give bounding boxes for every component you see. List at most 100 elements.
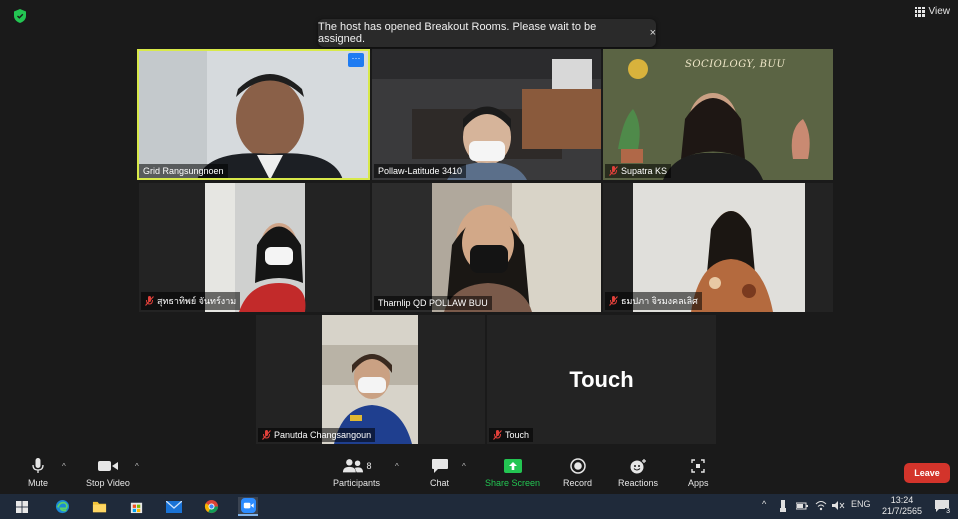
participant-name: Touch: [505, 430, 530, 440]
participant-video-image: [256, 315, 485, 444]
participant-name-tag: Grid Rangsungnoen: [139, 164, 228, 178]
participants-button[interactable]: 8 Participants: [333, 458, 380, 488]
taskbar-file-explorer[interactable]: [89, 497, 109, 516]
language-indicator[interactable]: ENG: [851, 499, 871, 509]
tile-more-options-button[interactable]: ···: [348, 53, 364, 67]
participants-label: Participants: [333, 478, 381, 488]
stop-video-button[interactable]: Stop Video: [86, 458, 130, 488]
video-tile-thamapa[interactable]: ธมปภา จิรมงคลเลิศ: [603, 183, 833, 312]
stop-video-label: Stop Video: [86, 478, 130, 488]
windows-taskbar: ^ ENG 13:24 21/7/2565 3: [0, 494, 958, 519]
apps-icon: [691, 459, 705, 473]
meeting-stage: View The host has opened Breakout Rooms.…: [0, 0, 958, 454]
show-hidden-icons-chevron-icon[interactable]: ^: [762, 499, 766, 509]
video-options-chevron-icon[interactable]: ^: [135, 462, 139, 471]
view-button[interactable]: View: [914, 6, 951, 17]
video-tile-touch[interactable]: Touch Touch: [487, 315, 716, 444]
edge-browser-icon: [55, 499, 69, 514]
muted-mic-icon: [145, 296, 154, 306]
participant-name: Panutda Changsangoun: [274, 430, 372, 440]
muted-mic-icon: [609, 166, 618, 176]
muted-mic-icon: [609, 296, 618, 306]
participants-count: 8: [366, 461, 372, 471]
share-screen-button[interactable]: Share Screen: [485, 458, 540, 488]
clock-date: 21/7/2565: [881, 506, 922, 516]
participant-name-tag: Panutda Changsangoun: [258, 428, 376, 442]
speaker-muted-icon[interactable]: [832, 500, 845, 511]
share-screen-label: Share Screen: [485, 478, 541, 488]
gallery-grid-icon: [914, 6, 925, 17]
breakout-rooms-toast: The host has opened Breakout Rooms. Plea…: [318, 19, 656, 47]
chat-button[interactable]: Chat: [430, 458, 449, 488]
participant-name: สุทธาทิพย์ จันทร์งาม: [157, 296, 237, 306]
notification-center-button[interactable]: 3: [934, 499, 951, 515]
clock-time: 13:24: [890, 495, 914, 505]
store-bag-icon: [130, 502, 142, 514]
participant-avatar-name: Touch: [569, 366, 634, 392]
video-tile-tharnlip[interactable]: Tharnlip QD POLLAW BUU: [372, 183, 601, 312]
sociology-banner-text: SOCIOLOGY, BUU: [685, 59, 786, 70]
reactions-button[interactable]: Reactions: [618, 458, 658, 488]
start-button[interactable]: [12, 497, 32, 516]
apps-button[interactable]: Apps: [688, 458, 709, 488]
wifi-icon[interactable]: [815, 500, 827, 511]
meeting-toolbar: Mute ^ Stop Video ^ 8 Participants ^ Cha…: [0, 454, 958, 494]
record-icon: [569, 458, 586, 474]
participant-video-image: [137, 49, 370, 180]
taskbar-store[interactable]: [126, 497, 146, 516]
encryption-shield-icon[interactable]: [14, 9, 26, 23]
notification-count: 3: [945, 508, 951, 515]
video-tile-panutda[interactable]: Panutda Changsangoun: [256, 315, 485, 444]
mute-options-chevron-icon[interactable]: ^: [62, 462, 66, 471]
reactions-label: Reactions: [618, 478, 659, 488]
reactions-smiley-icon: [630, 459, 647, 474]
zoom-app-icon: [240, 498, 256, 513]
participants-options-chevron-icon[interactable]: ^: [395, 462, 399, 471]
participant-video-image: [372, 49, 601, 180]
taskbar-zoom[interactable]: [238, 497, 258, 516]
participant-name-tag: ธมปภา จิรมงคลเลิศ: [605, 292, 702, 310]
windows-logo-icon: [16, 500, 28, 513]
leave-meeting-button[interactable]: Leave: [904, 463, 950, 483]
participant-name: Pollaw-Latitude 3410: [378, 166, 463, 176]
system-clock[interactable]: 13:24 21/7/2565: [882, 495, 922, 517]
chrome-browser-icon: [204, 499, 218, 514]
usb-drive-icon[interactable]: [780, 500, 786, 512]
muted-mic-icon: [493, 430, 502, 440]
participant-name-tag: Supatra KS: [605, 164, 672, 178]
toast-message: The host has opened Breakout Rooms. Plea…: [318, 21, 597, 45]
participant-name: ธมปภา จิรมงคลเลิศ: [621, 296, 698, 306]
participant-name: Tharnlip QD POLLAW BUU: [378, 298, 488, 308]
record-label: Record: [563, 478, 593, 488]
participant-name-tag: สุทธาทิพย์ จันทร์งาม: [141, 292, 241, 310]
view-label: View: [928, 6, 951, 17]
record-button[interactable]: Record: [563, 458, 592, 488]
participant-name-tag: Tharnlip QD POLLAW BUU: [374, 296, 492, 310]
video-tile-supatra[interactable]: SOCIOLOGY, BUU Supatra KS: [603, 49, 833, 180]
muted-mic-icon: [262, 430, 271, 440]
video-tile-pollaw[interactable]: Pollaw-Latitude 3410: [372, 49, 601, 180]
mail-envelope-icon: [166, 500, 182, 513]
mute-button[interactable]: Mute: [28, 458, 48, 488]
participants-icon: [342, 459, 363, 473]
chat-options-chevron-icon[interactable]: ^: [462, 462, 466, 471]
taskbar-chrome[interactable]: [201, 497, 221, 516]
share-screen-icon: [503, 459, 522, 473]
participant-name-tag: Pollaw-Latitude 3410: [374, 164, 467, 178]
video-camera-icon: [97, 461, 118, 471]
folder-icon: [92, 501, 106, 513]
video-tile-grid[interactable]: ··· Grid Rangsungnoen: [137, 49, 370, 180]
mute-label: Mute: [28, 478, 49, 488]
participant-video-image: [372, 183, 601, 312]
toast-close-button[interactable]: ×: [650, 27, 656, 39]
video-tile-suthathip[interactable]: สุทธาทิพย์ จันทร์งาม: [139, 183, 370, 312]
battery-icon[interactable]: [796, 501, 808, 511]
participant-name: Grid Rangsungnoen: [143, 166, 224, 176]
microphone-icon: [32, 458, 44, 473]
chat-bubble-icon: [431, 459, 448, 473]
apps-label: Apps: [688, 478, 709, 488]
participant-name-tag: Touch: [489, 428, 534, 442]
taskbar-edge[interactable]: [52, 497, 72, 516]
participant-name: Supatra KS: [621, 166, 668, 176]
taskbar-mail[interactable]: [164, 497, 184, 516]
